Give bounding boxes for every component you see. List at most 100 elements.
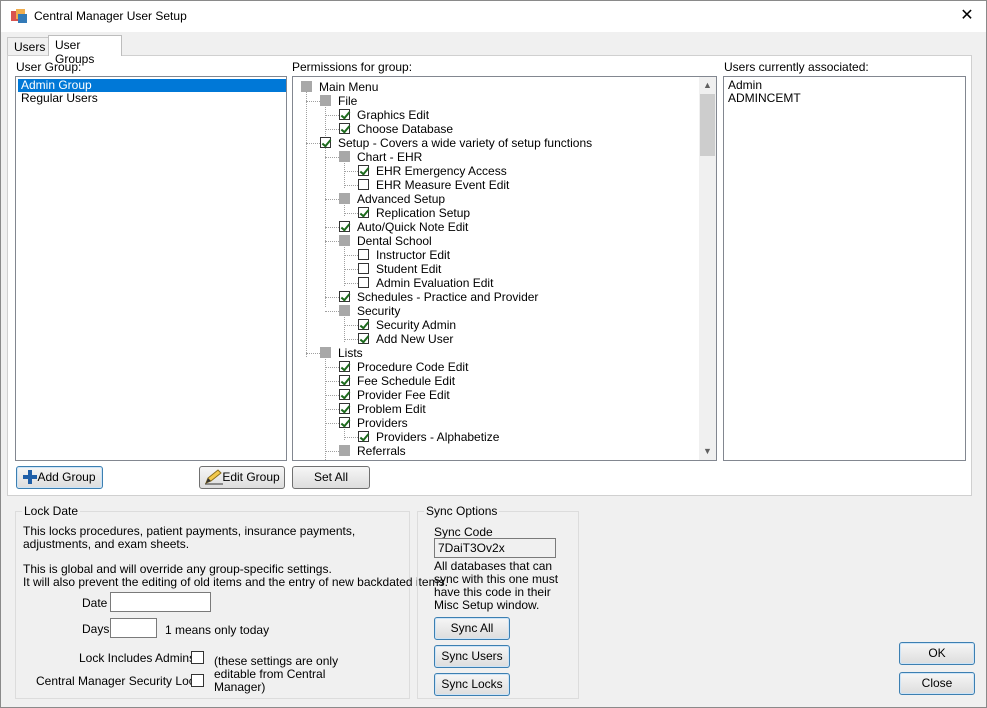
- checked-checkbox[interactable]: [358, 207, 369, 218]
- scroll-down-arrow-icon[interactable]: ▼: [699, 443, 716, 460]
- tree-node-label: Referrals: [357, 444, 406, 458]
- tree-vertical-scrollbar[interactable]: ▲ ▼: [699, 77, 716, 460]
- unchecked-checkbox[interactable]: [358, 277, 369, 288]
- checked-checkbox[interactable]: [339, 417, 350, 428]
- tree-node-label: Providers: [357, 416, 408, 430]
- sync-locks-button[interactable]: Sync Locks: [434, 673, 510, 696]
- security-lock-checkbox[interactable]: [191, 674, 204, 687]
- tab-users[interactable]: Users: [7, 37, 49, 55]
- sync-all-button[interactable]: Sync All: [434, 617, 510, 640]
- tree-line: [325, 297, 339, 298]
- permissions-tree[interactable]: Main Menu File Graphics Edit Choose Databas…: [292, 76, 717, 461]
- users-associated-list[interactable]: Admin ADMINCEMT: [723, 76, 966, 461]
- tree-node-label: Auto/Quick Note Edit: [357, 220, 469, 234]
- checked-checkbox[interactable]: [339, 361, 350, 372]
- date-label: Date: [82, 596, 108, 610]
- tree-line: [344, 339, 358, 340]
- checked-checkbox[interactable]: [339, 123, 350, 134]
- tab-user-groups[interactable]: User Groups: [48, 35, 122, 66]
- checked-checkbox[interactable]: [339, 375, 350, 386]
- tree-node-label: Advanced Setup: [357, 192, 446, 206]
- tree-node-label: File: [338, 94, 358, 108]
- users-associated-label: Users currently associated:: [724, 60, 869, 74]
- edit-group-button[interactable]: Edit Group: [199, 466, 285, 489]
- tree-node-label: Problem Edit: [357, 402, 426, 416]
- sync-code-description: All databases that can sync with this on…: [434, 559, 559, 612]
- tree-node-label: Schedules - Practice and Provider: [357, 290, 539, 304]
- tree-node-label: EHR Emergency Access: [376, 164, 507, 178]
- tree-line: [325, 367, 339, 368]
- checked-checkbox[interactable]: [339, 291, 350, 302]
- lock-date-backdate-note: It will also prevent the editing of old …: [23, 575, 448, 589]
- checked-checkbox[interactable]: [358, 333, 369, 344]
- checked-checkbox[interactable]: [339, 109, 350, 120]
- tree-line: [306, 353, 320, 354]
- sync-code-label: Sync Code: [434, 525, 493, 539]
- sync-options-title: Sync Options: [424, 504, 500, 518]
- tree-line: [325, 199, 339, 200]
- add-group-button[interactable]: Add Group: [16, 466, 103, 489]
- close-window-icon[interactable]: ✕: [956, 5, 978, 27]
- user-group-list[interactable]: Admin Group Regular Users: [15, 76, 287, 461]
- tree-node-label: Student Edit: [376, 262, 442, 276]
- tree-node-label: Graphics Edit: [357, 108, 430, 122]
- unchecked-checkbox[interactable]: [358, 179, 369, 190]
- tree-line: [344, 255, 358, 256]
- scroll-thumb[interactable]: [700, 94, 715, 156]
- tree-node-square-icon: [339, 445, 350, 456]
- days-hint: 1 means only today: [165, 623, 270, 637]
- ok-button[interactable]: OK: [899, 642, 975, 665]
- tree-node-label: Instructor Edit: [376, 248, 451, 262]
- checked-checkbox[interactable]: [358, 165, 369, 176]
- set-all-button[interactable]: Set All: [292, 466, 370, 489]
- sync-code-field[interactable]: 7DaiT3Ov2x: [434, 538, 556, 558]
- unchecked-checkbox[interactable]: [358, 263, 369, 274]
- checked-checkbox[interactable]: [339, 403, 350, 414]
- tree-node-square-icon: [320, 347, 331, 358]
- sync-users-button[interactable]: Sync Users: [434, 645, 510, 668]
- close-button[interactable]: Close: [899, 672, 975, 695]
- tree-node-label: Admin Evaluation Edit: [376, 276, 494, 290]
- tree-node-label: Fee Schedule Edit: [357, 374, 456, 388]
- tree-line: [344, 244, 345, 286]
- tree-node-label: Procedure Code Edit: [357, 360, 469, 374]
- pencil-icon: [205, 469, 223, 485]
- tree-node-square-icon: [339, 305, 350, 316]
- days-label: Days: [82, 622, 110, 636]
- permissions-tree-content: Main Menu File Graphics Edit Choose Databas…: [293, 77, 701, 460]
- tree-node-label: Replication Setup: [376, 206, 471, 220]
- tree-line: [344, 314, 345, 342]
- tree-line: [306, 101, 320, 102]
- tree-line: [344, 160, 345, 188]
- tree-node-label: Provider Fee Edit: [357, 388, 450, 402]
- tree-node-square-icon: [301, 81, 312, 92]
- tree-node-label: Add New User: [376, 332, 454, 346]
- lock-date-title: Lock Date: [22, 504, 81, 518]
- scroll-up-arrow-icon[interactable]: ▲: [699, 77, 716, 94]
- tree-node-square-icon: [320, 95, 331, 106]
- checked-checkbox[interactable]: [339, 389, 350, 400]
- tree-line: [306, 143, 320, 144]
- unchecked-checkbox[interactable]: [358, 249, 369, 260]
- checked-checkbox[interactable]: [339, 221, 350, 232]
- date-input[interactable]: [110, 592, 211, 612]
- list-item: ADMINCEMT: [728, 91, 801, 105]
- checked-checkbox[interactable]: [320, 137, 331, 148]
- tree-node-square-icon: [339, 193, 350, 204]
- tree-line: [325, 395, 339, 396]
- tree-line: [325, 157, 339, 158]
- tree-node-square-icon: [339, 151, 350, 162]
- lock-includes-admins-checkbox[interactable]: [191, 651, 204, 664]
- days-input[interactable]: [110, 618, 157, 638]
- checked-checkbox[interactable]: [358, 431, 369, 442]
- tree-line: [325, 227, 339, 228]
- tree-line: [344, 437, 358, 438]
- app-icon: [11, 9, 27, 23]
- tree-node-label: Providers - Alphabetize: [376, 430, 500, 444]
- checked-checkbox[interactable]: [358, 319, 369, 330]
- tree-line: [325, 311, 339, 312]
- list-item[interactable]: Regular Users: [18, 92, 286, 105]
- tree-line: [325, 356, 326, 460]
- central-manager-user-setup-window: Central Manager User Setup ✕ Users User …: [0, 0, 987, 708]
- tree-line: [325, 241, 339, 242]
